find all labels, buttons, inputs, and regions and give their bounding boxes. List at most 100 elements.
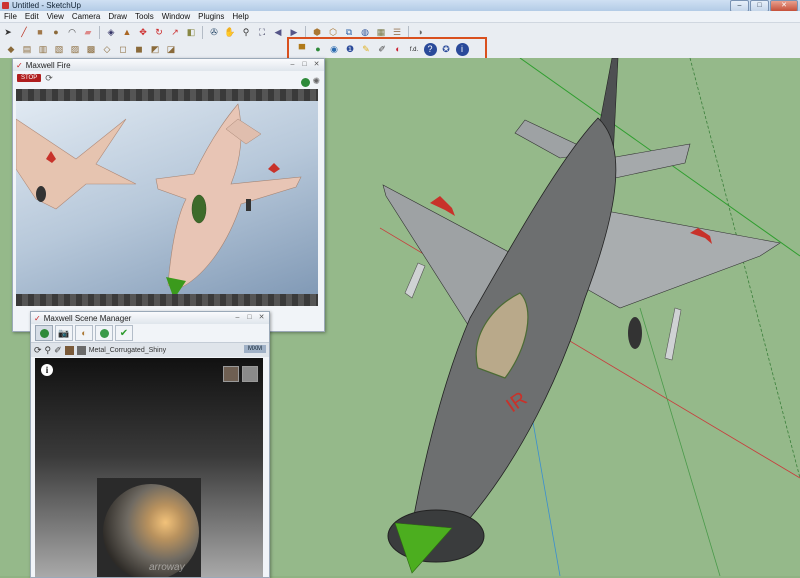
maxwell-logo-icon: ✓ xyxy=(34,313,41,323)
render-fuel-tank xyxy=(36,186,46,202)
top-view-icon[interactable]: ▤ xyxy=(21,43,34,56)
menu-file[interactable]: File xyxy=(0,12,21,21)
panel-window-buttons: – □ ✕ xyxy=(288,60,321,69)
jet-model[interactable]: IR xyxy=(382,58,781,574)
right-view-icon[interactable]: ▧ xyxy=(53,43,66,56)
render-options-icon xyxy=(99,328,109,338)
jet-right-wing xyxy=(584,207,781,309)
rectangle-icon[interactable]: ■ xyxy=(34,26,47,39)
jet-right-stabilizer xyxy=(609,143,691,179)
panel-minimize-button[interactable]: – xyxy=(233,313,242,322)
fire-render-canvas xyxy=(16,103,302,299)
menu-bar: File Edit View Camera Draw Tools Window … xyxy=(0,11,800,23)
hidden-line-icon[interactable]: ◼ xyxy=(133,43,146,56)
tab-environment[interactable]: ◐ xyxy=(75,325,93,341)
menu-camera[interactable]: Camera xyxy=(68,12,104,21)
tab-materials[interactable] xyxy=(35,325,53,341)
maxwell-scene-manager-panel: ✓ Maxwell Scene Manager – □ ✕ 📷 ◐ ✔ ⟳ ⚲ … xyxy=(30,311,270,578)
fire-settings-icon[interactable]: ✺ xyxy=(312,76,320,87)
toolbar-separator xyxy=(202,25,203,39)
panel-minimize-button[interactable]: – xyxy=(288,60,297,69)
preview-swatch-brown[interactable] xyxy=(223,366,239,382)
tab-apply[interactable]: ✔ xyxy=(115,325,133,341)
material-preview-area: i arroway xyxy=(35,358,263,577)
orbit-icon[interactable]: ✇ xyxy=(208,26,221,39)
tab-render-options[interactable] xyxy=(95,325,113,341)
window-title-bar: Untitled - SketchUp – □ ✕ xyxy=(0,0,800,12)
follow-me-icon[interactable]: ↗ xyxy=(169,26,182,39)
fuel-tank xyxy=(628,317,642,349)
preview-bottom-strip xyxy=(16,294,318,306)
info-icon[interactable]: i xyxy=(41,364,53,376)
checkmark-icon: ✔ xyxy=(119,327,129,339)
camera-icon: 📷 xyxy=(58,327,70,338)
fire-toolbar: STOP ⟳ ✺ xyxy=(13,71,324,87)
maxwell-logo-icon: ✓ xyxy=(16,60,23,70)
right-missile xyxy=(664,307,682,361)
fire-status-icon[interactable] xyxy=(301,78,310,87)
render-missile xyxy=(246,199,251,211)
menu-tools[interactable]: Tools xyxy=(131,12,158,21)
maxwell-fire-title: Maxwell Fire xyxy=(25,60,71,70)
render-jet-left xyxy=(16,118,137,210)
scene-manager-tabs: 📷 ◐ ✔ xyxy=(31,324,269,343)
previous-view-icon[interactable]: ◀ xyxy=(272,26,285,39)
pan-icon[interactable]: ✋ xyxy=(224,26,237,39)
left-view-icon[interactable]: ▩ xyxy=(85,43,98,56)
back-view-icon[interactable]: ▨ xyxy=(69,43,82,56)
xray-icon[interactable]: ◇ xyxy=(101,43,114,56)
material-gray-swatch[interactable] xyxy=(76,345,86,355)
zoom-icon[interactable]: ⚲ xyxy=(240,26,253,39)
material-toolbar: ⟳ ⚲ ✐ Metal_Corrugated_Shiny MXM xyxy=(31,343,269,357)
zoom-extents-icon[interactable]: ⛶ xyxy=(256,26,269,39)
circle-icon[interactable]: ● xyxy=(50,26,63,39)
offset-icon[interactable]: ◧ xyxy=(185,26,198,39)
render-red-star-main xyxy=(268,163,280,173)
panel-window-buttons: – □ ✕ xyxy=(233,313,266,322)
material-name: Metal_Corrugated_Shiny xyxy=(88,346,167,354)
tab-cameras[interactable]: 📷 xyxy=(55,325,73,341)
environment-icon: ◐ xyxy=(81,328,87,338)
render-jet-canopy xyxy=(191,194,207,224)
paint-bucket-icon[interactable]: ◈ xyxy=(105,26,118,39)
menu-window[interactable]: Window xyxy=(158,12,194,21)
menu-plugins[interactable]: Plugins xyxy=(194,12,228,21)
panel-close-button[interactable]: ✕ xyxy=(257,313,266,322)
move-icon[interactable]: ✥ xyxy=(137,26,150,39)
pencil-line-icon[interactable]: ╱ xyxy=(18,26,31,39)
front-view-icon[interactable]: ▥ xyxy=(37,43,50,56)
maxwell-fire-titlebar: ✓ Maxwell Fire – □ ✕ xyxy=(13,59,324,71)
arc-icon[interactable]: ◠ xyxy=(66,26,79,39)
rotate-icon[interactable]: ↻ xyxy=(153,26,166,39)
window-title: Untitled - SketchUp xyxy=(12,1,81,10)
push-pull-icon[interactable]: ▲ xyxy=(121,26,134,39)
refresh-icon[interactable]: ⟳ xyxy=(45,73,53,84)
iso-view-icon[interactable]: ◆ xyxy=(5,43,18,56)
menu-edit[interactable]: Edit xyxy=(21,12,43,21)
mxm-button[interactable]: MXM xyxy=(244,345,266,353)
menu-draw[interactable]: Draw xyxy=(104,12,131,21)
menu-help[interactable]: Help xyxy=(228,12,252,21)
select-arrow-icon[interactable]: ➤ xyxy=(2,26,15,39)
refresh-icon[interactable]: ⟳ xyxy=(34,345,42,356)
search-icon[interactable]: ⚲ xyxy=(45,345,52,356)
stop-button[interactable]: STOP xyxy=(17,74,42,82)
scene-manager-titlebar: ✓ Maxwell Scene Manager – □ ✕ xyxy=(31,312,269,324)
materials-sphere-icon xyxy=(39,328,49,338)
scene-manager-title: Maxwell Scene Manager xyxy=(43,313,132,323)
toolbar-separator xyxy=(99,25,100,39)
panel-maximize-button[interactable]: □ xyxy=(300,60,309,69)
eraser-icon[interactable]: ▰ xyxy=(82,26,95,39)
maxwell-fire-panel: ✓ Maxwell Fire – □ ✕ STOP ⟳ ✺ xyxy=(12,58,325,332)
panel-maximize-button[interactable]: □ xyxy=(245,313,254,322)
panel-close-button[interactable]: ✕ xyxy=(312,60,321,69)
preview-swatch-gray[interactable] xyxy=(242,366,258,382)
sketchup-app-icon xyxy=(2,2,9,9)
material-color-swatch[interactable] xyxy=(64,345,74,355)
wireframe-icon[interactable]: ◻ xyxy=(117,43,130,56)
eyedropper-icon[interactable]: ✐ xyxy=(54,345,62,356)
shaded-icon[interactable]: ◩ xyxy=(149,43,162,56)
textured-icon[interactable]: ◪ xyxy=(165,43,178,56)
menu-view[interactable]: View xyxy=(43,12,68,21)
render-jet-main xyxy=(155,103,302,290)
